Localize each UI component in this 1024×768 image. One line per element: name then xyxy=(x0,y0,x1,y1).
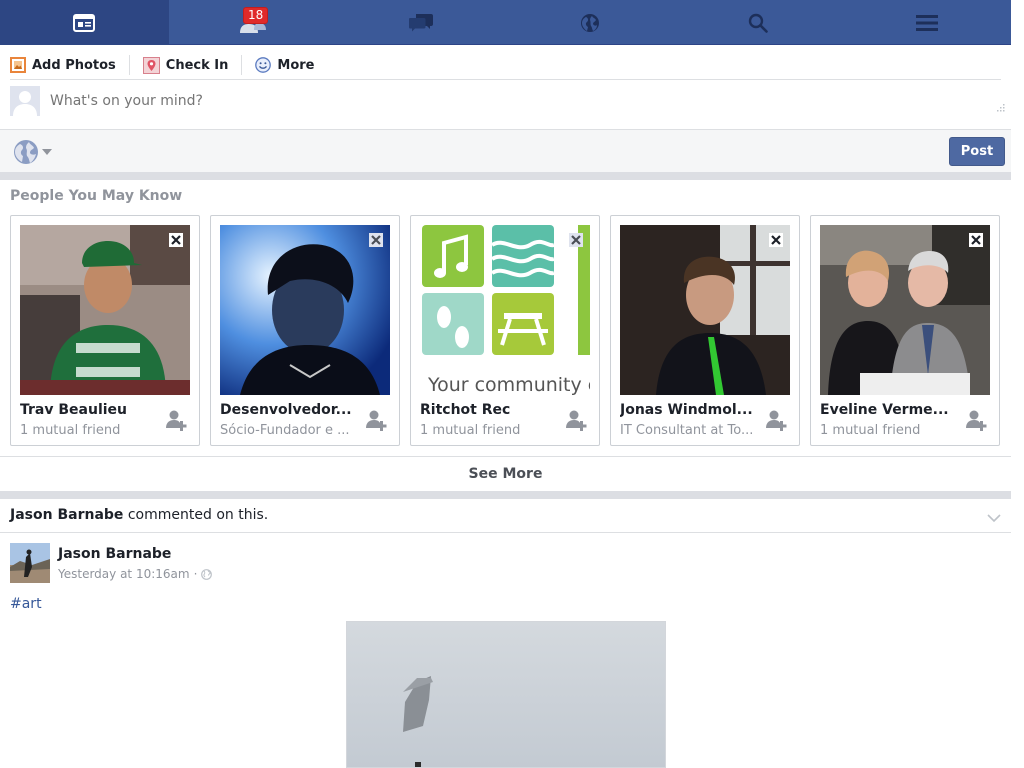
privacy-globe-icon xyxy=(201,568,213,580)
nav-search[interactable] xyxy=(674,0,843,45)
add-friend-button[interactable] xyxy=(365,409,387,435)
smiley-icon xyxy=(255,57,272,73)
mutual-friends: 1 mutual friend xyxy=(420,423,521,438)
post-button[interactable]: Post xyxy=(949,137,1005,166)
post-bar: Post xyxy=(0,129,1011,172)
friend-requests-badge: 18 xyxy=(243,7,269,24)
post-photo[interactable] xyxy=(346,621,666,768)
profile-photo[interactable] xyxy=(20,225,190,395)
close-icon xyxy=(971,235,981,245)
add-friend-icon xyxy=(166,410,187,431)
nav-notifications[interactable] xyxy=(506,0,675,45)
person-name[interactable]: Ritchot Rec xyxy=(420,402,560,418)
close-icon xyxy=(171,235,181,245)
dismiss-card-button[interactable] xyxy=(169,233,183,247)
author-name[interactable]: Jason Barnabe xyxy=(58,546,171,562)
dismiss-card-button[interactable] xyxy=(769,233,783,247)
mutual-friends: Sócio-Fundador e ... xyxy=(220,423,350,438)
avatar xyxy=(10,86,40,116)
pymk-title: People You May Know xyxy=(10,188,183,204)
add-friend-icon xyxy=(766,410,787,431)
notifications-globe-icon xyxy=(580,13,599,32)
story-actor-name[interactable]: Jason Barnabe xyxy=(10,507,123,523)
mutual-friends: 1 mutual friend xyxy=(20,423,121,438)
pymk-card[interactable]: Your community e Ritchot Rec 1 mutual fr… xyxy=(410,215,600,446)
chevron-down-icon xyxy=(987,514,1001,523)
author-avatar[interactable] xyxy=(10,543,50,583)
dismiss-card-button[interactable] xyxy=(969,233,983,247)
see-more-button[interactable]: See More xyxy=(0,456,1011,491)
add-friend-icon xyxy=(566,410,587,431)
dismiss-card-button[interactable] xyxy=(369,233,383,247)
hashtag-link[interactable]: #art xyxy=(10,596,42,612)
person-name[interactable]: Jonas Windmol... xyxy=(620,402,760,418)
more-label: More xyxy=(277,57,315,73)
section-divider xyxy=(0,491,1011,499)
add-photos-button[interactable]: Add Photos xyxy=(10,54,116,76)
pymk-card[interactable]: Trav Beaulieu 1 mutual friend xyxy=(10,215,200,446)
add-friend-button[interactable] xyxy=(165,409,187,435)
close-icon xyxy=(771,235,781,245)
mutual-friends: 1 mutual friend xyxy=(820,423,921,438)
section-divider xyxy=(0,172,1011,180)
check-in-icon xyxy=(142,56,160,74)
timestamp-text: Yesterday at 10:16am xyxy=(58,567,190,581)
add-photos-icon xyxy=(10,57,26,73)
action-separator xyxy=(128,55,130,75)
audience-selector[interactable] xyxy=(13,139,52,165)
person-name[interactable]: Eveline Verme... xyxy=(820,402,960,418)
mutual-friends: IT Consultant at To... xyxy=(620,423,754,438)
person-name[interactable]: Desenvolvedor... xyxy=(220,402,360,418)
resize-grip-icon[interactable] xyxy=(995,99,1005,118)
menu-icon xyxy=(915,14,938,31)
pymk-card[interactable]: Desenvolvedor... Sócio-Fundador e ... xyxy=(210,215,400,446)
nav-menu[interactable] xyxy=(843,0,1012,45)
add-friend-icon xyxy=(966,410,987,431)
add-friend-icon xyxy=(366,410,387,431)
timestamp-separator: · xyxy=(193,567,198,581)
composer-actions: Add Photos Check In More xyxy=(10,51,1001,80)
post-timestamp[interactable]: Yesterday at 10:16am · xyxy=(58,567,213,581)
scrollbar-track[interactable] xyxy=(1011,0,1024,768)
chevron-down-icon xyxy=(42,149,52,155)
add-photos-label: Add Photos xyxy=(32,57,116,73)
person-name[interactable]: Trav Beaulieu xyxy=(20,402,160,418)
nav-messages[interactable] xyxy=(337,0,506,45)
pymk-card[interactable]: Jonas Windmol... IT Consultant at To... xyxy=(610,215,800,446)
profile-photo[interactable] xyxy=(620,225,790,395)
story-options-button[interactable] xyxy=(987,508,1001,527)
action-separator xyxy=(241,55,243,75)
story-header: Jason Barnabe commented on this. xyxy=(0,499,1011,533)
messages-icon xyxy=(409,13,434,31)
more-button[interactable]: More xyxy=(255,54,315,76)
search-icon xyxy=(749,13,769,33)
profile-photo[interactable] xyxy=(820,225,990,395)
top-navigation-bar: 18 xyxy=(0,0,1011,45)
add-friend-button[interactable] xyxy=(965,409,987,435)
close-icon xyxy=(571,235,581,245)
nav-news-feed[interactable] xyxy=(0,0,169,45)
story-action-text: commented on this. xyxy=(123,507,269,523)
pymk-card[interactable]: Eveline Verme... 1 mutual friend xyxy=(810,215,1000,446)
dismiss-card-button[interactable] xyxy=(569,233,583,247)
check-in-button[interactable]: Check In xyxy=(142,54,229,76)
news-feed-icon xyxy=(73,13,96,32)
profile-photo[interactable] xyxy=(220,225,390,395)
globe-icon xyxy=(14,140,38,164)
add-friend-button[interactable] xyxy=(765,409,787,435)
profile-photo[interactable]: Your community e xyxy=(420,225,590,395)
photo-caption: Your community e xyxy=(427,374,590,395)
status-composer xyxy=(10,86,1005,120)
close-icon xyxy=(371,235,381,245)
story-context: Jason Barnabe commented on this. xyxy=(10,507,268,523)
post-author-row: Jason Barnabe Yesterday at 10:16am · xyxy=(10,543,610,583)
add-friend-button[interactable] xyxy=(565,409,587,435)
check-in-label: Check In xyxy=(165,57,229,73)
status-input[interactable] xyxy=(50,93,950,109)
